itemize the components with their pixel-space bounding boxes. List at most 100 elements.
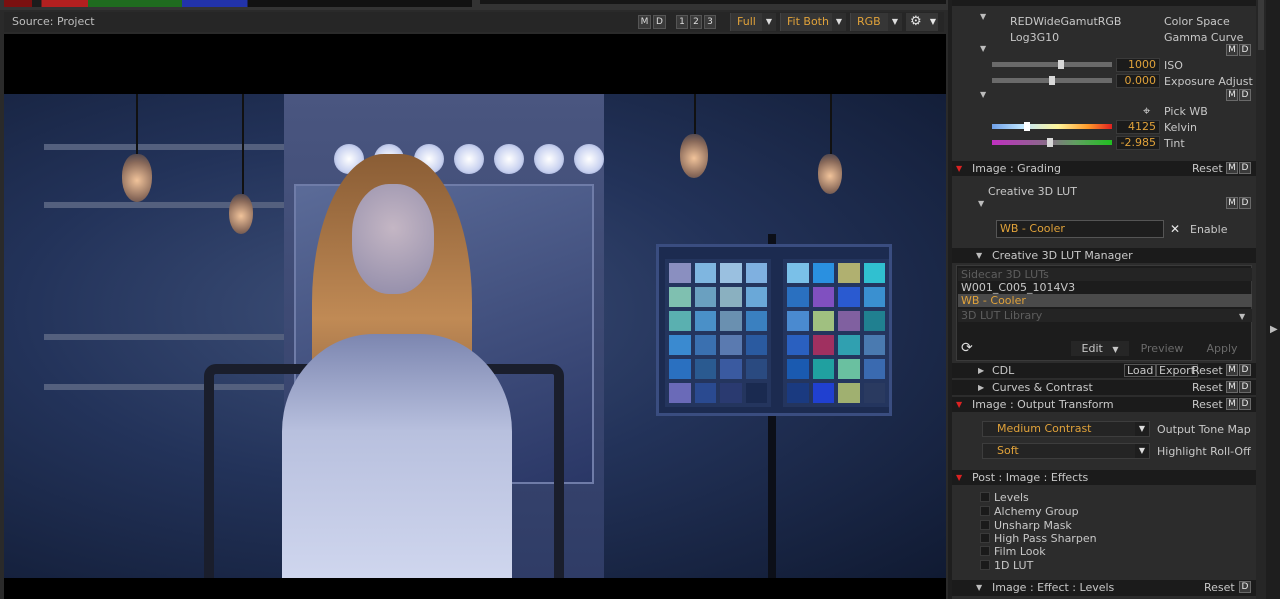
list-item[interactable]: W001_C005_1014V3 (958, 281, 1252, 294)
effect-label[interactable]: Film Look (994, 545, 1046, 558)
d-button[interactable]: D (1239, 162, 1251, 174)
chevron-down-icon[interactable]: ▼ (1239, 312, 1245, 321)
creative-lut-field[interactable]: WB - Cooler (996, 220, 1164, 238)
edit-dropdown[interactable]: Edit ▼ (1071, 341, 1129, 356)
expand-triangle-icon[interactable]: ▼ (980, 90, 986, 99)
list-item[interactable]: WB - Cooler (958, 294, 1252, 307)
refresh-icon[interactable]: ⟳ (961, 340, 973, 356)
waveform-thumbnail[interactable] (4, 0, 472, 7)
slider-handle[interactable] (1049, 76, 1055, 85)
load-button[interactable]: Load (1124, 364, 1157, 377)
pick-wb-label[interactable]: Pick WB (1164, 105, 1208, 118)
d-button[interactable]: D (1239, 197, 1251, 209)
collapse-triangle-icon[interactable]: ▼ (956, 473, 962, 482)
tone-map-dropdown[interactable]: Medium Contrast ▼ (982, 421, 1150, 437)
panel-scrollbar[interactable] (1256, 0, 1266, 599)
lut1d-checkbox[interactable] (980, 560, 990, 570)
filmlook-checkbox[interactable] (980, 546, 990, 556)
highpass-checkbox[interactable] (980, 533, 990, 543)
chevron-right-icon[interactable]: ▶ (1270, 324, 1278, 335)
slider-handle[interactable] (1024, 122, 1030, 131)
d-button[interactable]: D (1239, 364, 1251, 376)
scope-thumbnail[interactable] (480, 0, 946, 4)
m-button[interactable]: M (1226, 89, 1238, 101)
iso-value[interactable]: 1000 (1116, 58, 1160, 72)
collapse-triangle-icon[interactable]: ▼ (956, 400, 962, 409)
expand-triangle-icon[interactable]: ▼ (978, 199, 984, 208)
fit-dropdown[interactable]: Fit Both ▼ (780, 13, 846, 31)
slider-handle[interactable] (1058, 60, 1064, 69)
effect-label[interactable]: 1D LUT (994, 559, 1033, 572)
collapse-triangle-icon[interactable]: ▼ (976, 251, 982, 260)
kelvin-value[interactable]: 4125 (1116, 120, 1160, 134)
gamma-curve-value[interactable]: Log3G10 (1010, 31, 1059, 44)
list-item[interactable]: 3D LUT Library (958, 309, 1252, 322)
effect-label[interactable]: High Pass Sharpen (994, 532, 1097, 545)
section-post-effects[interactable]: ▼ Post : Image : Effects (952, 470, 1256, 485)
layout-3-button[interactable]: 3 (704, 15, 716, 29)
close-icon[interactable]: ✕ (1170, 222, 1180, 236)
apply-button[interactable]: Apply (1197, 341, 1247, 356)
d-button[interactable]: D (1239, 398, 1251, 410)
layout-1-button[interactable]: 1 (676, 15, 688, 29)
section-output-transform[interactable]: ▼ Image : Output Transform Reset M D (952, 397, 1256, 412)
section-curves-contrast[interactable]: ▶ Curves & Contrast Reset M D (952, 380, 1256, 395)
m-button[interactable]: M (1226, 44, 1238, 56)
expand-triangle-icon[interactable]: ▶ (978, 383, 984, 392)
d-button[interactable]: D (1239, 44, 1251, 56)
section-lut-manager[interactable]: ▼ Creative 3D LUT Manager (952, 248, 1256, 263)
m-button[interactable]: M (1226, 398, 1238, 410)
scrollbar-thumb[interactable] (1258, 0, 1264, 50)
preview-button[interactable]: Preview (1137, 341, 1187, 356)
expand-triangle-icon[interactable]: ▶ (978, 366, 984, 375)
list-item[interactable]: Sidecar 3D LUTs (958, 268, 1252, 281)
effect-label[interactable]: Alchemy Group (994, 505, 1079, 518)
enable-label[interactable]: Enable (1190, 223, 1227, 236)
d-button[interactable]: D (1239, 89, 1251, 101)
d-button[interactable]: D (653, 15, 666, 29)
eyedropper-icon[interactable]: ⌖ (1143, 104, 1150, 119)
layout-2-button[interactable]: 2 (690, 15, 702, 29)
collapse-triangle-icon[interactable]: ▼ (956, 164, 962, 173)
subject-figure (252, 154, 542, 578)
unsharp-checkbox[interactable] (980, 520, 990, 530)
collapse-triangle-icon[interactable]: ▼ (976, 583, 982, 592)
tint-value[interactable]: -2.985 (1116, 136, 1160, 150)
section-image-grading[interactable]: ▼ Image : Grading Reset M D (952, 161, 1256, 176)
rolloff-dropdown[interactable]: Soft ▼ (982, 443, 1150, 459)
settings-panel: ▼ REDWideGamutRGB Color Space Log3G10 Ga… (952, 0, 1256, 599)
m-button[interactable]: M (1226, 364, 1238, 376)
d-button[interactable]: D (1239, 381, 1251, 393)
checker-swatch (694, 287, 716, 307)
m-button[interactable]: M (638, 15, 651, 29)
alchemy-checkbox[interactable] (980, 506, 990, 516)
kelvin-slider[interactable] (992, 122, 1112, 131)
effect-label[interactable]: Levels (994, 491, 1029, 504)
exposure-value[interactable]: 0.000 (1116, 74, 1160, 88)
viewer-settings-button[interactable]: ⚙ ▼ (906, 13, 938, 31)
color-space-value[interactable]: REDWideGamutRGB (1010, 15, 1121, 28)
reset-button[interactable]: Reset (1192, 398, 1223, 411)
tint-slider[interactable] (992, 138, 1112, 147)
slider-handle[interactable] (1047, 138, 1053, 147)
expand-triangle-icon[interactable]: ▼ (980, 44, 986, 53)
channel-dropdown[interactable]: RGB ▼ (850, 13, 902, 31)
section-cdl[interactable]: ▶ CDL Load Export Reset M D (952, 363, 1256, 378)
effect-label[interactable]: Unsharp Mask (994, 519, 1072, 532)
section-effect-levels[interactable]: ▼ Image : Effect : Levels Reset D (952, 580, 1256, 596)
lut-list[interactable]: Sidecar 3D LUTs W001_C005_1014V3 WB - Co… (956, 265, 1252, 361)
exposure-slider[interactable] (992, 76, 1112, 85)
preview-image[interactable] (4, 94, 946, 578)
m-button[interactable]: M (1226, 381, 1238, 393)
reset-button[interactable]: Reset (1204, 581, 1235, 594)
expand-triangle-icon[interactable]: ▼ (980, 12, 986, 21)
levels-checkbox[interactable] (980, 492, 990, 502)
d-button[interactable]: D (1239, 581, 1251, 593)
m-button[interactable]: M (1226, 197, 1238, 209)
resolution-dropdown[interactable]: Full ▼ (730, 13, 776, 31)
iso-slider[interactable] (992, 60, 1112, 69)
reset-button[interactable]: Reset (1192, 162, 1223, 175)
reset-button[interactable]: Reset (1192, 381, 1223, 394)
m-button[interactable]: M (1226, 162, 1238, 174)
reset-button[interactable]: Reset (1192, 364, 1223, 377)
